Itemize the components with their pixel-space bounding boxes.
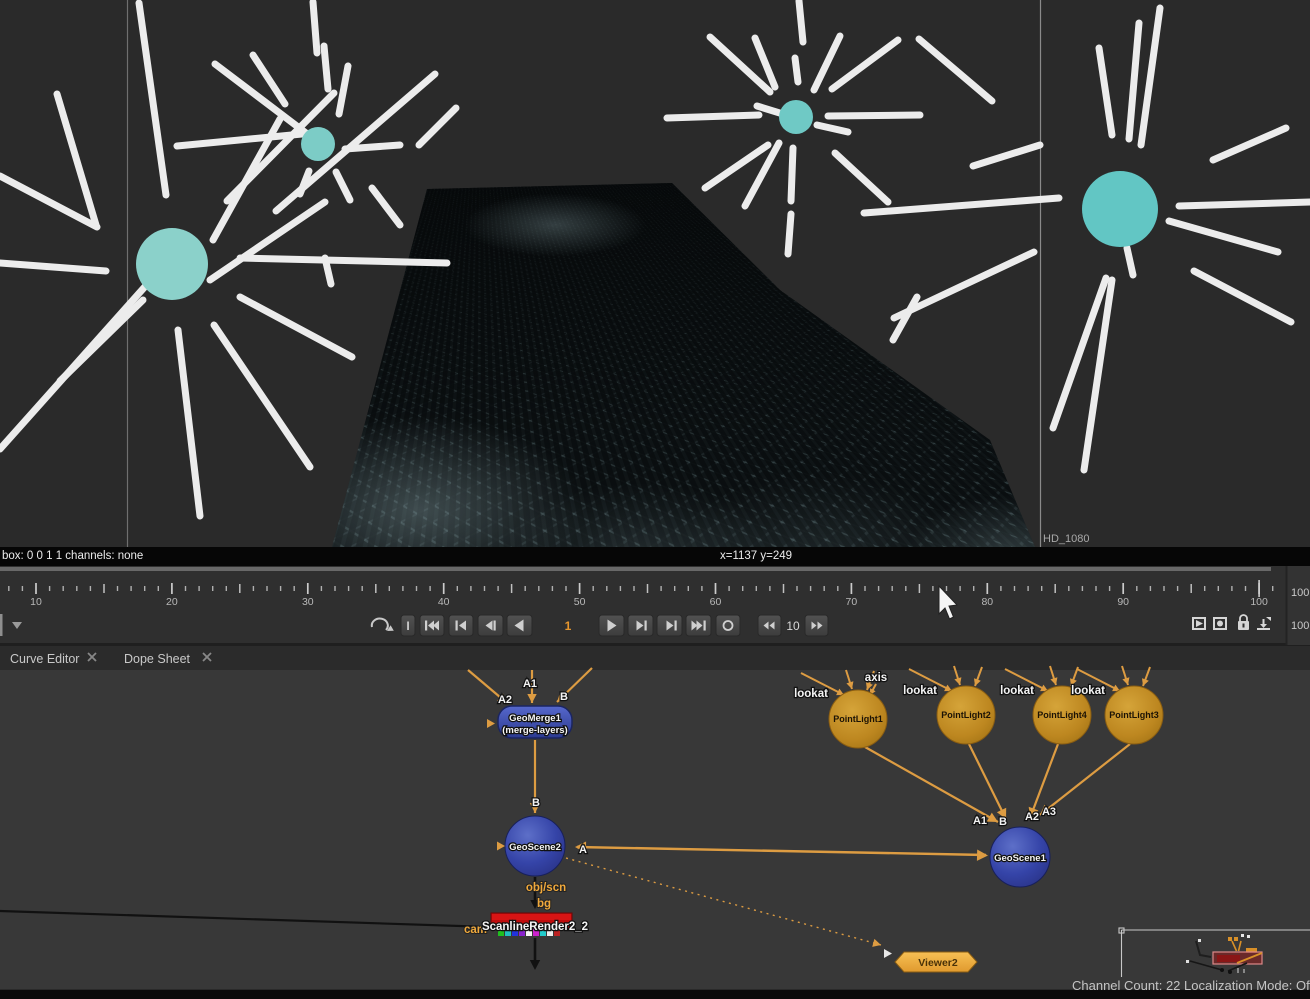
svg-text:lookat: lookat: [1071, 685, 1105, 697]
svg-text:10: 10: [786, 619, 800, 633]
svg-text:GeoScene1: GeoScene1: [994, 853, 1046, 864]
svg-text:20: 20: [166, 596, 178, 608]
svg-text:lookat: lookat: [903, 685, 937, 697]
svg-text:A1: A1: [973, 815, 987, 827]
svg-text:bg: bg: [537, 898, 551, 910]
svg-text:40: 40: [438, 596, 450, 608]
svg-text:A3: A3: [1042, 806, 1056, 818]
svg-text:A1: A1: [523, 678, 537, 690]
svg-text:B: B: [560, 691, 568, 703]
svg-text:ScanlineRender2_2: ScanlineRender2_2: [482, 921, 588, 933]
svg-text:Dope Sheet: Dope Sheet: [124, 652, 191, 666]
svg-text:80: 80: [981, 596, 993, 608]
svg-text:100: 100: [1291, 587, 1309, 599]
svg-text:PointLight2: PointLight2: [941, 710, 991, 720]
svg-text:HD_1080: HD_1080: [1043, 533, 1089, 545]
svg-text:Channel Count: 22 Localization: Channel Count: 22 Localization Mode: Off: [1072, 978, 1310, 993]
svg-text:A2: A2: [1025, 811, 1039, 823]
svg-text:I: I: [406, 619, 409, 633]
svg-text:GeoMerge1: GeoMerge1: [509, 713, 561, 724]
svg-text:B: B: [532, 797, 540, 809]
svg-text:A: A: [579, 844, 587, 856]
svg-text:GeoScene2: GeoScene2: [509, 842, 561, 853]
svg-text:axis: axis: [865, 672, 887, 684]
svg-text:Curve Editor: Curve Editor: [10, 652, 79, 666]
svg-text:Viewer2: Viewer2: [918, 957, 958, 969]
svg-text:60: 60: [710, 596, 722, 608]
svg-text:30: 30: [302, 596, 314, 608]
svg-text:50: 50: [574, 596, 586, 608]
svg-text:100: 100: [1291, 620, 1309, 632]
svg-text:PointLight4: PointLight4: [1037, 710, 1087, 720]
svg-text:lookat: lookat: [794, 688, 828, 700]
svg-text:90: 90: [1117, 596, 1129, 608]
svg-text:10: 10: [30, 596, 42, 608]
svg-text:lookat: lookat: [1000, 685, 1034, 697]
svg-text:100: 100: [1250, 596, 1268, 608]
svg-text:(merge-layers): (merge-layers): [502, 725, 567, 736]
svg-text:PointLight3: PointLight3: [1109, 710, 1159, 720]
svg-text:obj/scn: obj/scn: [526, 882, 566, 894]
svg-text:70: 70: [846, 596, 858, 608]
svg-text:B: B: [999, 816, 1007, 828]
svg-text:PointLight1: PointLight1: [833, 714, 883, 724]
svg-text:A2: A2: [498, 694, 512, 706]
svg-text:1: 1: [565, 619, 572, 633]
